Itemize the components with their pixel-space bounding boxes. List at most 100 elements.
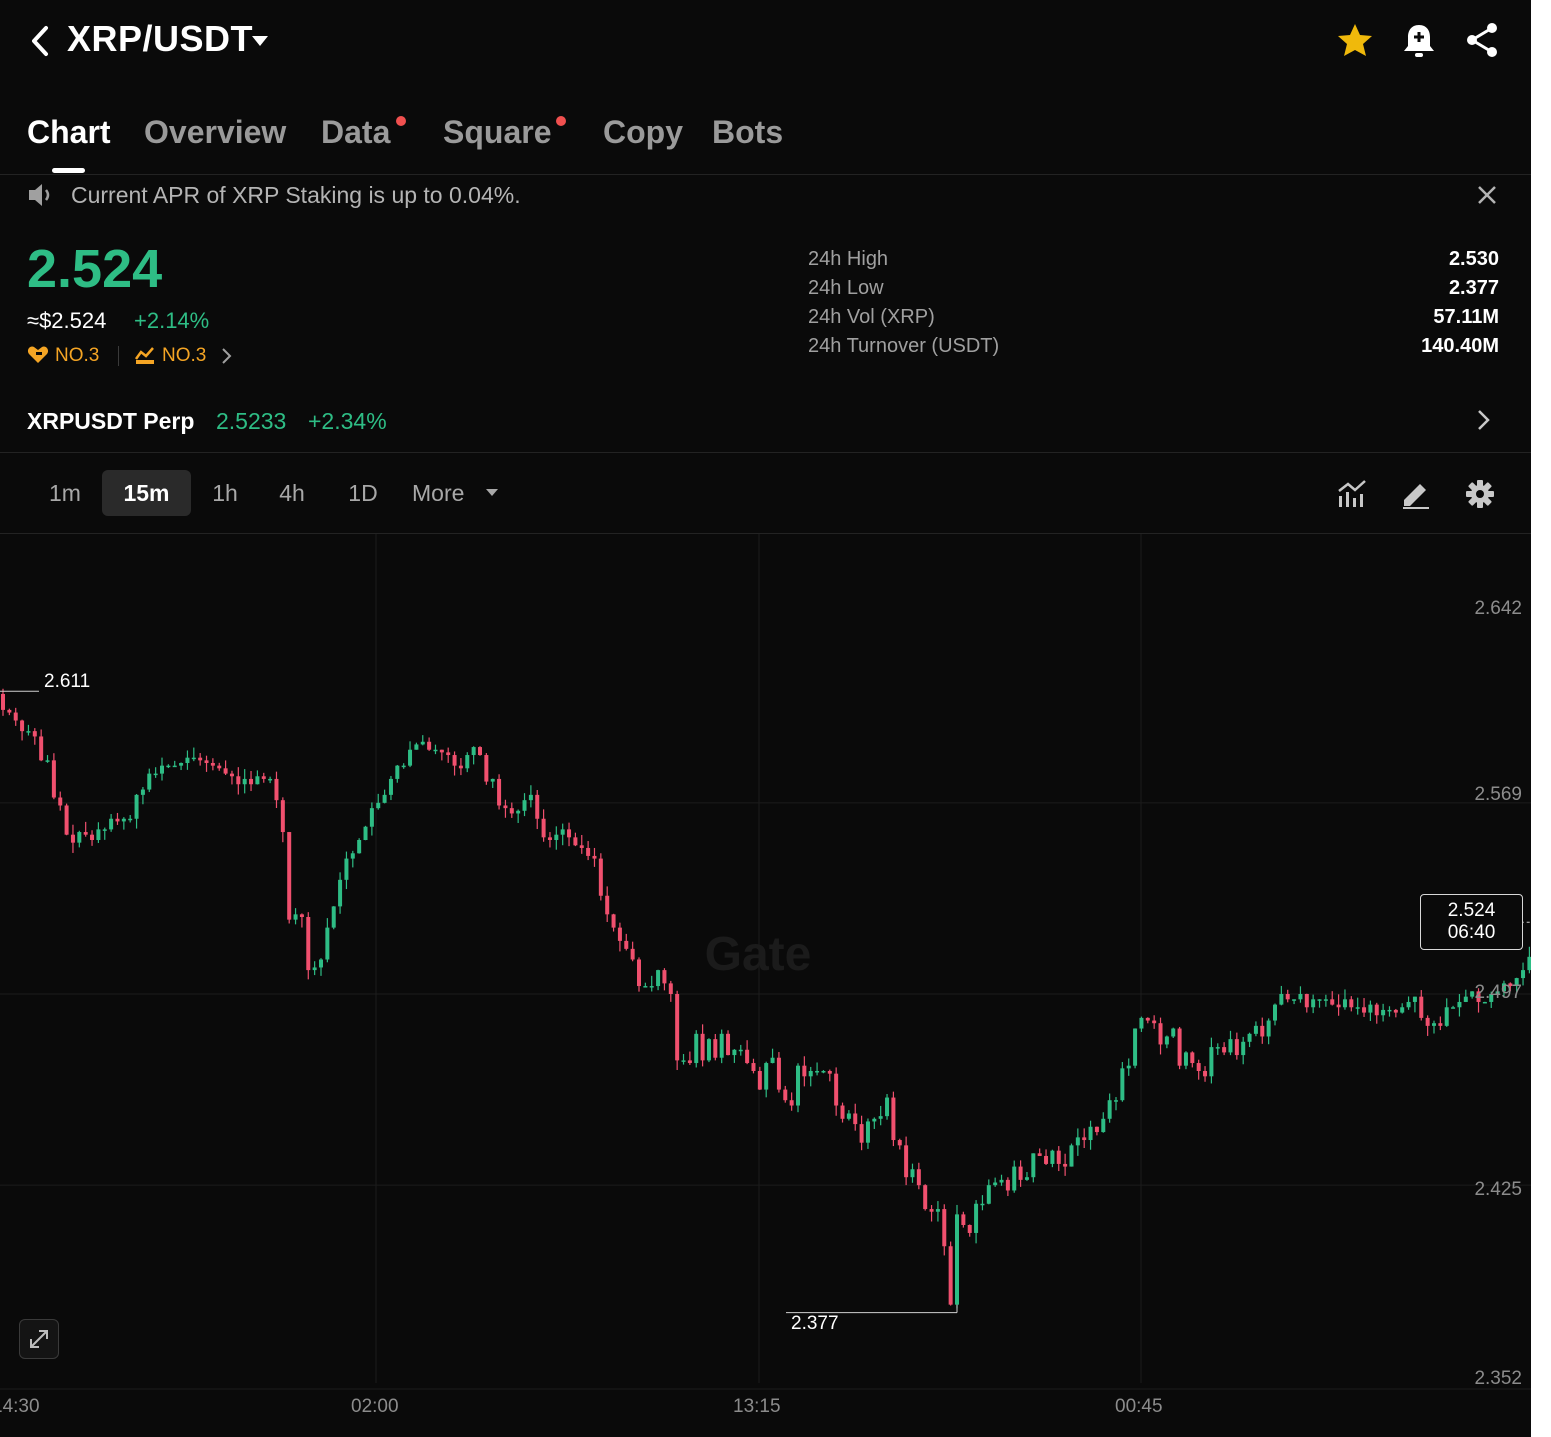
close-announcement-icon[interactable] <box>1476 184 1498 206</box>
candle-body <box>1005 1179 1010 1191</box>
candle-body <box>13 712 18 721</box>
rank-chevron-right-icon[interactable] <box>220 346 234 366</box>
candle <box>382 789 387 804</box>
candlestick-chart[interactable]: Gate <box>0 534 1531 1437</box>
candle <box>102 827 107 840</box>
candle-body <box>732 1049 737 1056</box>
candle <box>172 760 177 768</box>
tab-data[interactable]: Data <box>321 114 390 151</box>
candle <box>840 1102 845 1123</box>
pair-dropdown-icon[interactable] <box>250 34 270 48</box>
candle-body <box>1419 996 1424 1018</box>
candle <box>452 751 457 776</box>
candle-body <box>503 805 508 809</box>
candle <box>140 787 145 805</box>
candle-body <box>39 736 44 761</box>
back-icon[interactable] <box>26 24 54 58</box>
candle-body <box>955 1214 959 1305</box>
candle-body <box>554 834 559 840</box>
more-dropdown-icon[interactable] <box>485 488 499 498</box>
candle <box>1323 994 1328 1007</box>
rank-badge-2[interactable]: NO.3 <box>162 345 206 367</box>
favorite-star-icon[interactable] <box>1336 22 1374 60</box>
candle <box>1304 993 1309 1013</box>
candle <box>1031 1153 1036 1183</box>
candle-body <box>1228 1039 1233 1053</box>
candle <box>802 1056 807 1087</box>
candle-body <box>821 1071 826 1073</box>
candle <box>656 969 661 991</box>
timeframe-4h[interactable]: 4h <box>266 470 318 516</box>
tab-chart[interactable]: Chart <box>27 114 111 151</box>
candle-body <box>1234 1039 1239 1056</box>
candle <box>134 794 139 829</box>
candle-body <box>1139 1017 1144 1029</box>
candle-body <box>90 834 95 840</box>
candle-body <box>388 778 393 795</box>
candle <box>1247 1032 1252 1048</box>
candle-body <box>1323 999 1328 1001</box>
candle <box>1190 1051 1195 1068</box>
speaker-icon <box>29 184 50 206</box>
candle-body <box>1152 1020 1157 1024</box>
candle <box>649 975 654 992</box>
candle <box>1133 1028 1138 1069</box>
stat-high-label: 24h High <box>808 248 889 270</box>
tab-copy[interactable]: Copy <box>603 114 683 151</box>
timeframe-1d[interactable]: 1D <box>335 470 391 516</box>
timeframe-1h[interactable]: 1h <box>200 470 250 516</box>
rank-divider <box>118 346 119 366</box>
candle-body <box>592 855 597 859</box>
candle-body <box>439 749 444 753</box>
fullscreen-button[interactable] <box>19 1319 59 1359</box>
app-screen: XRP/USDT Chart Overview Data Square Copy… <box>0 0 1531 1437</box>
candle-body <box>935 1209 940 1212</box>
price-alert-bell-icon[interactable] <box>1402 22 1436 60</box>
perp-row[interactable]: XRPUSDT Perp 2.5233 +2.34% <box>0 392 1531 452</box>
perp-chevron-right-icon[interactable] <box>1476 408 1492 432</box>
candle <box>350 850 355 868</box>
candle <box>439 749 444 761</box>
candle-body <box>471 747 476 756</box>
candle-body <box>160 765 164 774</box>
candle-body <box>1349 999 1354 1008</box>
candle-body <box>7 709 12 713</box>
candle-body <box>942 1209 947 1247</box>
candle <box>1400 1003 1405 1014</box>
candle-body <box>1082 1137 1087 1141</box>
candle <box>1311 994 1316 1014</box>
timeframe-15m[interactable]: 15m <box>102 470 191 516</box>
candle-body <box>878 1116 883 1119</box>
candle <box>204 755 209 772</box>
candle <box>1362 998 1367 1017</box>
y-tick-label: 2.642 <box>1474 598 1522 619</box>
candle-body <box>325 927 330 960</box>
share-icon[interactable] <box>1466 22 1500 58</box>
tab-square[interactable]: Square <box>443 114 551 151</box>
candle <box>910 1163 915 1183</box>
pair-title[interactable]: XRP/USDT <box>67 18 253 60</box>
candle <box>1425 1015 1430 1036</box>
candle <box>1457 994 1462 1017</box>
timeframe-1m[interactable]: 1m <box>34 470 96 516</box>
perp-divider <box>0 452 1531 453</box>
stat-low-label: 24h Low <box>808 277 884 299</box>
draw-pencil-icon[interactable] <box>1400 478 1432 510</box>
candle <box>1152 1015 1157 1029</box>
candle <box>1012 1160 1017 1193</box>
timeframe-more[interactable]: More <box>412 470 484 516</box>
candle <box>738 1044 743 1056</box>
candle <box>751 1058 756 1074</box>
candle-body <box>643 986 648 988</box>
rank-badge-1[interactable]: NO.3 <box>55 345 99 367</box>
announcement-text[interactable]: Current APR of XRP Staking is up to 0.04… <box>71 182 521 209</box>
candle-body <box>134 794 139 819</box>
tab-overview[interactable]: Overview <box>144 114 286 151</box>
candle-body <box>465 755 470 769</box>
tab-bots[interactable]: Bots <box>712 114 783 151</box>
candle <box>331 906 336 930</box>
indicators-icon[interactable] <box>1336 478 1368 510</box>
candle-body <box>217 765 222 769</box>
candle-body <box>1298 994 1303 1000</box>
chart-settings-gear-icon[interactable] <box>1464 478 1496 510</box>
